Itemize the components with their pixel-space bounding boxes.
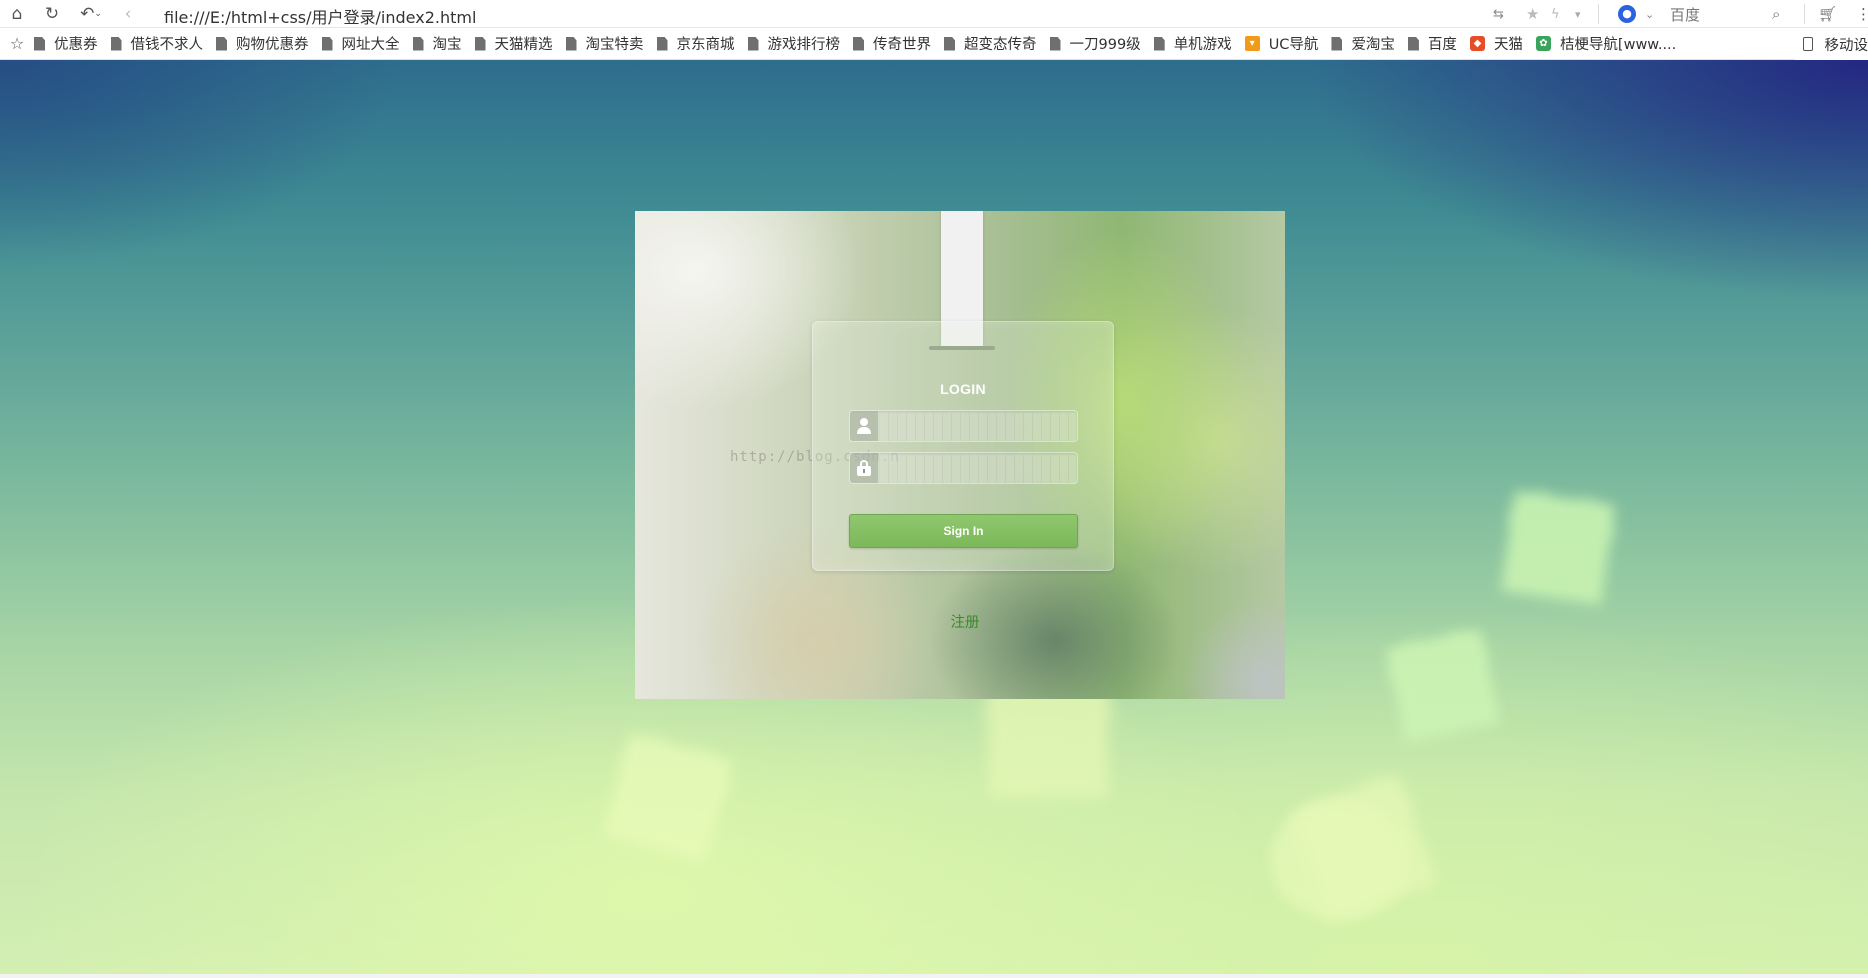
page-icon xyxy=(412,36,424,51)
bookmark-item[interactable]: 京东商城 xyxy=(656,33,735,54)
page-icon xyxy=(853,36,864,51)
star-icon[interactable]: ★ xyxy=(1526,0,1539,28)
page-icon xyxy=(565,36,577,51)
bookmark-star-icon[interactable]: ☆ xyxy=(0,34,34,53)
lock-icon xyxy=(850,453,878,483)
page-icon xyxy=(474,36,486,51)
username-input[interactable] xyxy=(880,413,1076,441)
page-icon xyxy=(656,36,668,51)
page-icon xyxy=(321,36,333,51)
lightning-icon[interactable]: ϟ xyxy=(1551,0,1560,28)
bookmarks-bar: ☆ 优惠券 借钱不求人 购物优惠券 网址大全 淘宝 天猫精选 淘宝特卖 京东商城… xyxy=(0,28,1868,60)
bookmark-item[interactable]: 天猫精选 xyxy=(474,33,553,54)
bookmark-item[interactable]: 网址大全 xyxy=(321,33,400,54)
uc-icon: ▾ xyxy=(1244,36,1260,51)
address-input[interactable]: file:///E:/html+css/用户登录/index2.html xyxy=(164,4,476,28)
bookmark-item[interactable]: 借钱不求人 xyxy=(110,33,203,54)
page-icon xyxy=(747,36,759,51)
toolbar-divider xyxy=(1598,4,1599,24)
back-icon[interactable]: ‹ xyxy=(113,0,143,28)
toolbar-divider xyxy=(1804,4,1805,24)
jiegeng-icon: ✿ xyxy=(1535,36,1551,51)
page-icon xyxy=(216,36,227,51)
bookmark-item[interactable]: 百度 xyxy=(1407,33,1457,54)
bookmark-item[interactable]: 优惠券 xyxy=(34,33,98,54)
browser-toolbar: ⌂ ↻ ↶ ⌄ ‹ file:///E:/html+css/用户登录/index2… xyxy=(0,0,1868,28)
username-field xyxy=(849,410,1078,442)
bokeh-blob xyxy=(1270,800,1410,920)
bookmark-item[interactable]: 传奇世界 xyxy=(853,33,931,54)
bookmark-item[interactable]: 一刀999级 xyxy=(1049,33,1141,54)
page-icon xyxy=(1407,36,1419,51)
bookmark-item[interactable]: ✿ 桔梗导航[www.... xyxy=(1535,33,1676,54)
bookmark-item[interactable]: 爱淘宝 xyxy=(1331,33,1395,54)
login-title: LOGIN xyxy=(940,381,986,397)
page-icon xyxy=(1331,36,1343,51)
bookmark-item[interactable]: 游戏排行榜 xyxy=(747,33,840,54)
baidu-paw-icon[interactable]: ● xyxy=(1618,0,1636,28)
chevron-down-icon[interactable]: ▾ xyxy=(1575,0,1581,28)
page-icon xyxy=(1153,36,1165,51)
bookmark-item[interactable]: 购物优惠券 xyxy=(216,33,309,54)
page-icon xyxy=(944,36,955,51)
bookmark-item[interactable]: 淘宝 xyxy=(412,33,462,54)
cart-icon[interactable]: 🛒︎ xyxy=(1818,0,1837,28)
heart-decoration xyxy=(1386,629,1500,743)
menu-icon[interactable]: ⋮ xyxy=(1856,0,1868,28)
password-input[interactable] xyxy=(880,455,1076,483)
heart-decoration xyxy=(1501,491,1615,605)
bookmark-item[interactable]: 超变态传奇 xyxy=(944,33,1037,54)
mobile-bookmarks-link[interactable]: 移动设 xyxy=(1794,28,1868,60)
phone-icon xyxy=(1802,37,1813,51)
bookmark-item[interactable]: ◆ 天猫 xyxy=(1469,33,1523,54)
status-strip xyxy=(0,974,1868,978)
home-icon[interactable]: ⌂ xyxy=(2,0,32,28)
bookmark-item[interactable]: 淘宝特卖 xyxy=(565,33,644,54)
engine-dropdown-icon[interactable]: ⌄ xyxy=(1645,0,1654,28)
bookmark-item[interactable]: 单机游戏 xyxy=(1153,33,1232,54)
password-field xyxy=(849,452,1078,484)
register-link[interactable]: 注册 xyxy=(635,611,1285,632)
sign-in-button[interactable]: Sign In xyxy=(849,514,1078,548)
page-icon xyxy=(110,36,122,51)
tmall-icon: ◆ xyxy=(1469,36,1485,51)
page-icon xyxy=(34,36,45,51)
page-icon xyxy=(1049,36,1061,51)
login-card: LOGIN Sign In xyxy=(812,321,1114,571)
translate-icon[interactable]: ⇆ xyxy=(1493,0,1504,28)
page-background: http://blog.csdn.n LOGIN Sign In 注册 xyxy=(0,60,1868,974)
search-icon[interactable]: ⌕ xyxy=(1772,0,1780,28)
undo-icon[interactable]: ↶ ⌄ xyxy=(72,0,110,28)
refresh-icon[interactable]: ↻ xyxy=(37,0,67,28)
bookmark-item[interactable]: ▾ UC导航 xyxy=(1244,33,1318,54)
heart-decoration xyxy=(603,733,733,863)
user-icon xyxy=(850,411,878,441)
search-engine-label[interactable]: 百度 xyxy=(1670,0,1700,28)
login-panel: http://blog.csdn.n LOGIN Sign In 注册 xyxy=(635,211,1285,699)
